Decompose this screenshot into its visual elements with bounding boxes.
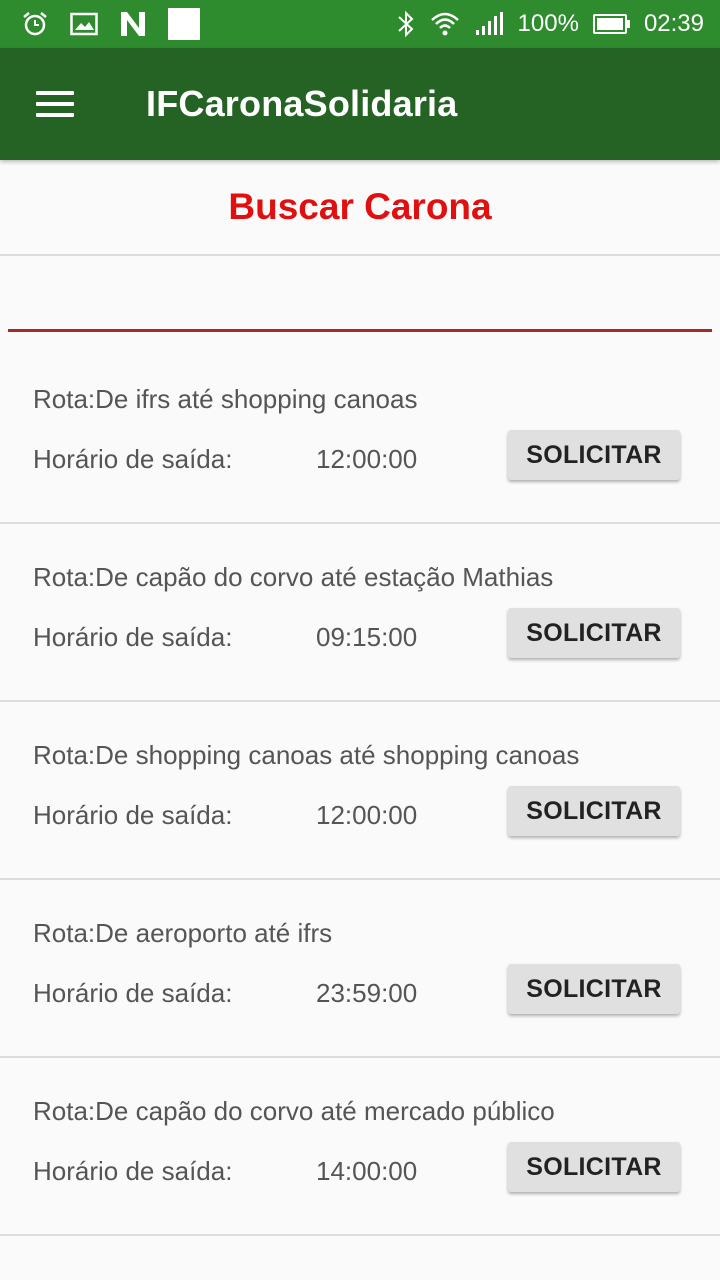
ride-item: Rota:De ifrs até shopping canoas Horário… bbox=[0, 346, 720, 524]
departure-time-value: 23:59:00 bbox=[316, 978, 418, 1008]
ride-route: Rota:De shopping canoas até shopping can… bbox=[33, 740, 580, 770]
battery-percent: 100% bbox=[517, 10, 579, 37]
ride-list: Rota:De ifrs até shopping canoas Horário… bbox=[0, 346, 720, 1236]
ride-route: Rota:De aeroporto até ifrs bbox=[33, 918, 333, 948]
ride-route: Rota:De ifrs até shopping canoas bbox=[33, 384, 418, 414]
wifi-icon bbox=[430, 10, 460, 38]
departure-time-label: Horário de saída: bbox=[33, 444, 233, 474]
clock: 02:39 bbox=[643, 10, 704, 37]
hamburger-menu-icon[interactable] bbox=[36, 84, 76, 124]
request-ride-button[interactable]: SOLICITAR bbox=[508, 608, 680, 658]
request-ride-button[interactable]: SOLICITAR bbox=[508, 964, 680, 1014]
battery-icon bbox=[592, 14, 630, 34]
alarm-icon bbox=[20, 9, 50, 39]
request-ride-button[interactable]: SOLICITAR bbox=[508, 430, 680, 480]
bluetooth-icon bbox=[396, 9, 416, 39]
app-title: IFCaronaSolidaria bbox=[146, 83, 458, 124]
ride-item: Rota:De capão do corvo até estação Mathi… bbox=[0, 524, 720, 702]
ride-route: Rota:De capão do corvo até mercado públi… bbox=[33, 1096, 555, 1126]
request-ride-button[interactable]: SOLICITAR bbox=[508, 1142, 680, 1192]
image-icon bbox=[70, 12, 98, 36]
departure-time-label: Horário de saída: bbox=[33, 1156, 233, 1186]
signal-icon bbox=[474, 12, 504, 36]
n-icon bbox=[118, 10, 148, 38]
notification-square bbox=[168, 8, 200, 40]
ride-route: Rota:De capão do corvo até estação Mathi… bbox=[33, 562, 554, 592]
request-ride-button[interactable]: SOLICITAR bbox=[508, 786, 680, 836]
departure-time-value: 14:00:00 bbox=[316, 1156, 418, 1186]
departure-time-label: Horário de saída: bbox=[33, 622, 233, 652]
ride-item: Rota:De shopping canoas até shopping can… bbox=[0, 702, 720, 880]
ride-item: Rota:De aeroporto até ifrs Horário de sa… bbox=[0, 880, 720, 1058]
app-bar: IFCaronaSolidaria bbox=[0, 48, 720, 160]
status-bar: 100% 02:39 bbox=[0, 0, 720, 48]
departure-time-value: 12:00:00 bbox=[316, 800, 418, 830]
departure-time-value: 09:15:00 bbox=[316, 622, 418, 652]
search-input[interactable] bbox=[8, 276, 712, 332]
page-header: Buscar Carona bbox=[0, 160, 720, 256]
departure-time-label: Horário de saída: bbox=[33, 978, 233, 1008]
departure-time-value: 12:00:00 bbox=[316, 444, 418, 474]
page-title: Buscar Carona bbox=[228, 186, 492, 227]
ride-item: Rota:De capão do corvo até mercado públi… bbox=[0, 1058, 720, 1236]
departure-time-label: Horário de saída: bbox=[33, 800, 233, 830]
